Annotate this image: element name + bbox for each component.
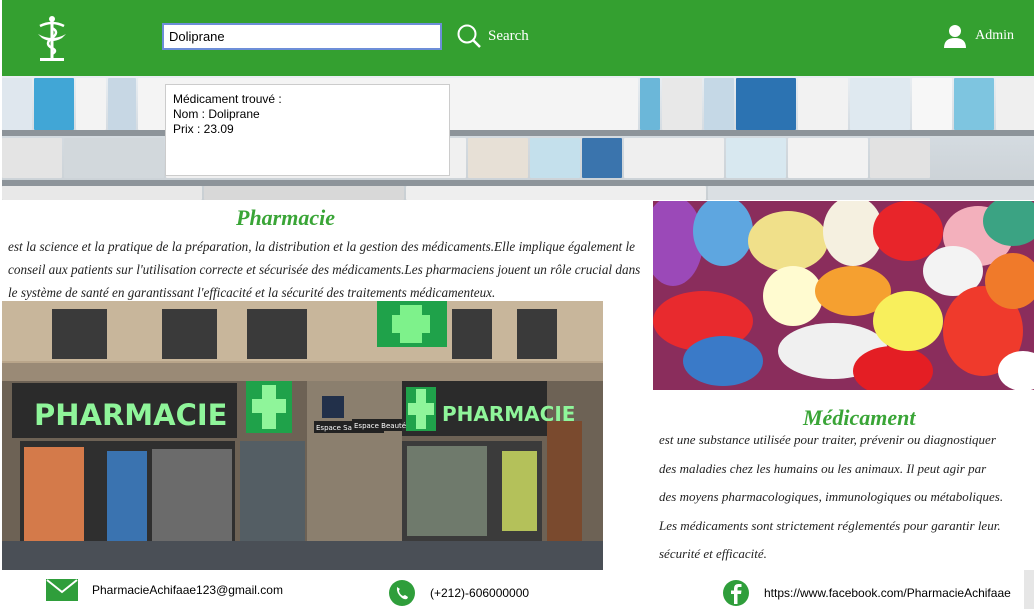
facebook-icon [723, 580, 749, 606]
caduceus-icon[interactable] [30, 14, 74, 64]
footer-email[interactable]: PharmacieAchifaae123@gmail.com [46, 579, 283, 601]
footer-email-text: PharmacieAchifaae123@gmail.com [92, 583, 283, 597]
footer-phone-text: (+212)-606000000 [430, 586, 530, 600]
user-icon [944, 25, 967, 48]
vertical-scrollbar[interactable] [1024, 570, 1034, 609]
shelf-products-bottom [2, 186, 1034, 200]
search-button-label: Search [488, 27, 529, 44]
medicament-line: Les médicaments sont strictement régleme… [659, 517, 1001, 533]
search-button[interactable]: Search [456, 22, 529, 50]
storefront-illustration: PHARMACIE Espace Santé PHARMACIE Espace … [2, 301, 603, 570]
pharmacy-storefront-image: PHARMACIE Espace Santé PHARMACIE Espace … [2, 301, 603, 570]
pharmacy-shelves-banner [2, 76, 1034, 200]
admin-label: Admin [975, 28, 1014, 43]
result-price: Prix : 23.09 [173, 122, 234, 136]
pharmacie-description: est la science et la pratique de la prép… [8, 239, 641, 300]
shelf-products-middle [2, 138, 1034, 178]
storefront-sign-small-2: Espace Beauté [354, 422, 406, 430]
whatsapp-icon [389, 580, 415, 606]
footer-facebook-link: https://www.facebook.com/PharmacieAchifa… [764, 586, 1011, 600]
mail-icon [46, 579, 78, 601]
medicament-line: sécurité et efficacité. [659, 546, 767, 562]
footer-phone[interactable]: (+212)-606000000 [388, 579, 529, 607]
top-bar: Search Admin [2, 0, 1034, 76]
footer: PharmacieAchifaae123@gmail.com (+212)-60… [0, 573, 1034, 609]
admin-menu[interactable]: Admin [943, 24, 1014, 48]
search-result-panel: Médicament trouvé : Nom : Doliprane Prix… [165, 84, 450, 176]
search-icon [457, 24, 481, 48]
pills-illustration [653, 201, 1034, 390]
search-input[interactable] [162, 23, 442, 50]
medicament-line: des maladies chez les humains ou les ani… [659, 460, 987, 476]
page: Search Admin [0, 0, 1034, 609]
medication-pills-image [653, 201, 1034, 390]
storefront-sign-left: PHARMACIE [34, 398, 227, 432]
medicament-description: est une substance utilisée pour traiter,… [659, 429, 1031, 572]
footer-facebook[interactable]: https://www.facebook.com/PharmacieAchifa… [722, 579, 1011, 607]
shelf-edge [2, 130, 1034, 136]
result-name: Nom : Doliprane [173, 107, 260, 121]
medicament-line: des moyens pharmacologiques, immunologiq… [659, 489, 1004, 505]
medicament-heading: Médicament [803, 405, 916, 430]
shelf-products-top [2, 78, 1034, 130]
result-title: Médicament trouvé : [173, 92, 282, 106]
medicament-line: est une substance utilisée pour traiter,… [659, 432, 996, 447]
pharmacie-heading: Pharmacie [236, 205, 335, 230]
